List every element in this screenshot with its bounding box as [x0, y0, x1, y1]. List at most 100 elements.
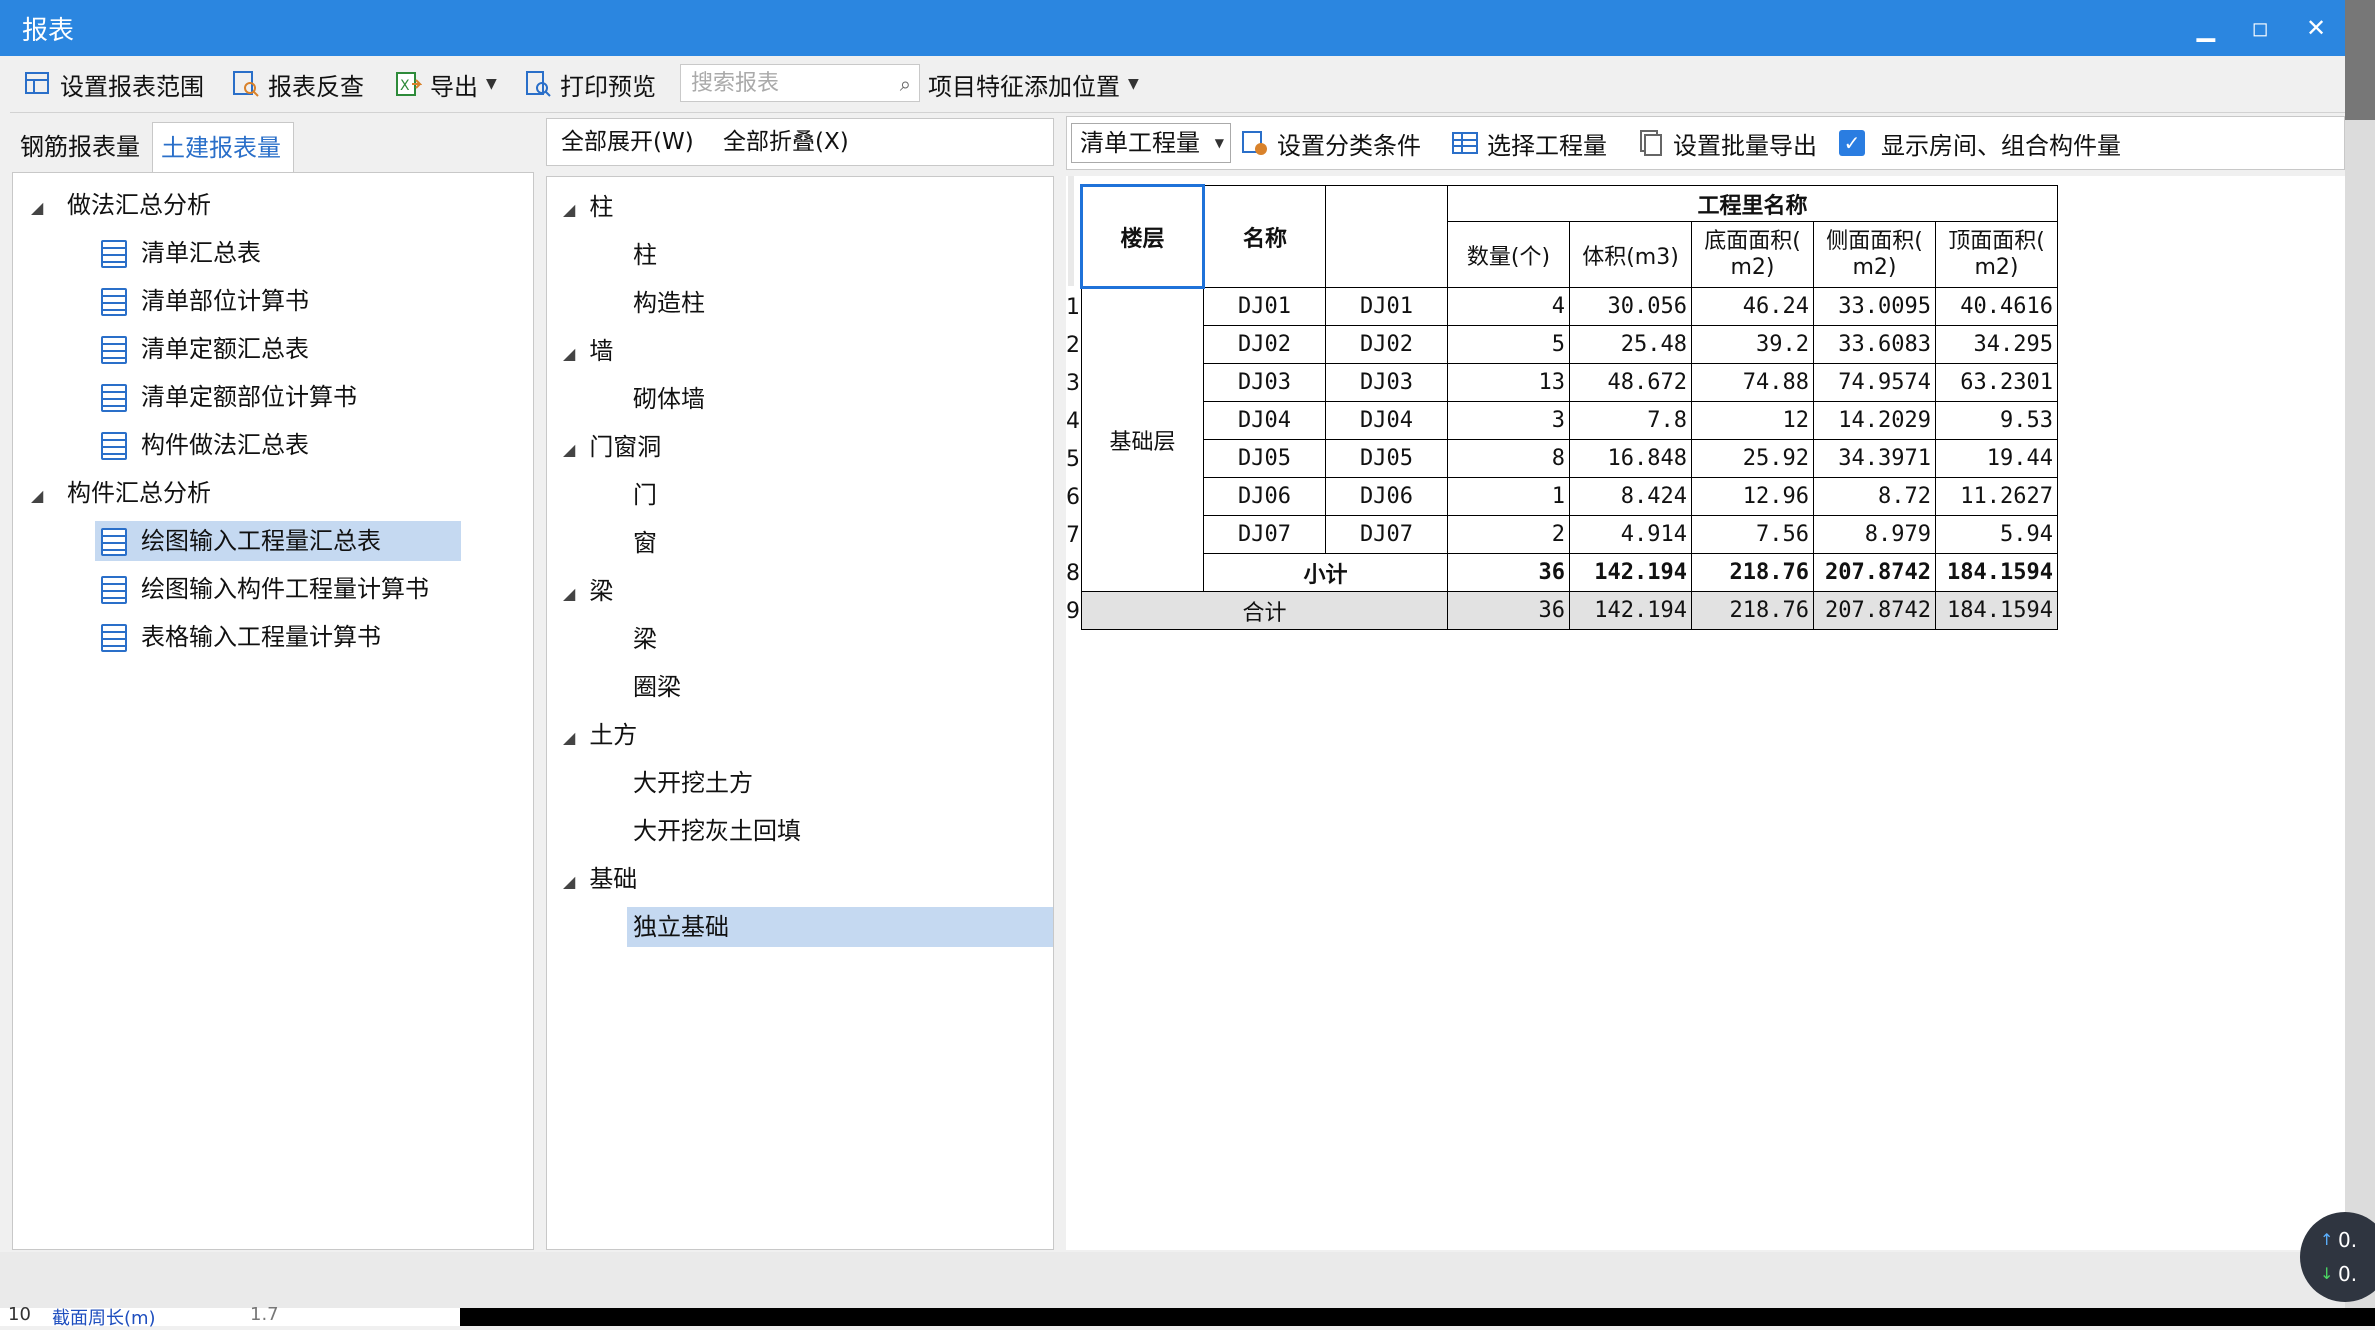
- cell-count: 3: [1447, 401, 1570, 440]
- subtotal-row: 小计 36 142.194 218.76 207.8742 184.1594: [1082, 553, 2058, 592]
- row-number: 9: [1066, 599, 1080, 624]
- select-quantity-label: 选择工程量: [1487, 131, 1607, 160]
- expand-triangle-icon: ◢: [563, 200, 576, 219]
- cell-side: 8.979: [1813, 515, 1936, 554]
- search-icon[interactable]: ⌕: [900, 65, 911, 103]
- tree-item-column[interactable]: 柱: [633, 235, 657, 275]
- tree-group-label: 基础: [589, 865, 638, 893]
- tree-group-foundation[interactable]: ◢ 基础: [563, 859, 637, 899]
- maximize-icon[interactable]: ◻: [2240, 8, 2280, 48]
- table-row: DJ03 DJ03 13 48.672 74.88 74.9574 63.230…: [1082, 363, 2058, 402]
- tree-group-component[interactable]: ◢ 构件汇总分析: [31, 473, 211, 513]
- tree-item-component-method[interactable]: 构件做法汇总表: [101, 425, 309, 465]
- tree-item-bill-quota-summary[interactable]: 清单定额汇总表: [101, 329, 309, 369]
- add-position-dropdown[interactable]: 项目特征添加位置 ▼: [928, 66, 1139, 102]
- cell-bottom: 12: [1691, 401, 1814, 440]
- tree-item-label: 构件做法汇总表: [141, 431, 309, 459]
- tab-civil-report[interactable]: 土建报表量: [152, 122, 294, 172]
- cell-count: 4: [1447, 287, 1570, 326]
- cell-volume: 4.914: [1569, 515, 1692, 554]
- tree-group-label: 土方: [589, 721, 638, 749]
- select-quantity-button[interactable]: 选择工程量: [1451, 125, 1607, 161]
- report-doc-icon: [101, 528, 127, 556]
- tree-item-bill-location[interactable]: 清单部位计算书: [101, 281, 309, 321]
- tree-group-wall[interactable]: ◢ 墙: [563, 331, 613, 371]
- tree-group-beam[interactable]: ◢ 梁: [563, 571, 613, 611]
- search-report-input[interactable]: 搜索报表 ⌕: [680, 64, 920, 102]
- row-number: 5: [1066, 447, 1080, 472]
- tab-rebar-label: 钢筋报表量: [20, 133, 140, 161]
- checkbox-checked-icon: ✓: [1839, 130, 1865, 156]
- tree-item-masonry-wall[interactable]: 砌体墙: [633, 379, 705, 419]
- tab-rebar-report[interactable]: 钢筋报表量: [12, 122, 148, 172]
- tree-item-isolated-footing[interactable]: 独立基础: [627, 907, 1053, 947]
- tree-item-door[interactable]: 门: [633, 475, 657, 515]
- tree-item-bill-summary[interactable]: 清单汇总表: [101, 233, 261, 273]
- expand-all-button[interactable]: 全部展开(W): [561, 125, 694, 159]
- cell-name2: DJ07: [1325, 515, 1448, 554]
- cell-side: 74.9574: [1813, 363, 1936, 402]
- tree-item-excavation[interactable]: 大开挖土方: [633, 763, 753, 803]
- close-icon[interactable]: ✕: [2296, 8, 2336, 48]
- tree-group-method[interactable]: ◢ 做法汇总分析: [31, 185, 211, 225]
- tree-item-drawing-component[interactable]: 绘图输入构件工程量计算书: [101, 569, 429, 609]
- expand-triangle-icon: ◢: [563, 872, 576, 891]
- tree-item-bill-quota-location[interactable]: 清单定额部位计算书: [101, 377, 357, 417]
- cell-volume: 7.8: [1569, 401, 1692, 440]
- tree-group-column[interactable]: ◢ 柱: [563, 187, 613, 227]
- cell-top: 184.1594: [1935, 591, 2058, 630]
- download-speed: 0.: [2338, 1262, 2358, 1286]
- component-tree-panel: ◢ 柱 柱 构造柱 ◢ 墙 砌体墙 ◢ 门窗洞 门 窗 ◢ 梁 梁 圈梁 ◢ 土方 大开挖…: [546, 176, 1054, 1250]
- select-value: 清单工程量: [1080, 129, 1200, 157]
- tree-item-backfill[interactable]: 大开挖灰土回填: [633, 811, 801, 851]
- tree-item-beam[interactable]: 梁: [633, 619, 657, 659]
- cell-name: DJ04: [1203, 401, 1326, 440]
- row-number: 7: [1066, 523, 1080, 548]
- cell-name: DJ03: [1203, 363, 1326, 402]
- cell-side: 207.8742: [1813, 553, 1936, 592]
- show-rooms-label: 显示房间、组合构件量: [1881, 131, 2121, 160]
- collapse-all-button[interactable]: 全部折叠(X): [723, 125, 849, 159]
- cell-top: 63.2301: [1935, 363, 2058, 402]
- tree-group-earthwork[interactable]: ◢ 土方: [563, 715, 637, 755]
- tree-item-window[interactable]: 窗: [633, 523, 657, 563]
- tree-group-label: 门窗洞: [589, 433, 662, 461]
- cell-volume: 25.48: [1569, 325, 1692, 364]
- download-arrow-icon: ↓: [2320, 1264, 2334, 1283]
- set-range-button[interactable]: 设置报表范围: [24, 66, 204, 102]
- grid-select-icon: [1451, 129, 1479, 157]
- header-volume: 体积(m3): [1569, 221, 1692, 288]
- tree-item-table-input[interactable]: 表格输入工程量计算书: [101, 617, 381, 657]
- show-rooms-checkbox[interactable]: ✓ 显示房间、组合构件量: [1839, 125, 2121, 161]
- row-number: 1: [1066, 295, 1080, 320]
- status-bar: [0, 1252, 2345, 1308]
- cell-name2: DJ02: [1325, 325, 1448, 364]
- header-floor[interactable]: 楼层: [1080, 184, 1205, 289]
- expand-triangle-icon: ◢: [31, 486, 44, 505]
- cell-side: 14.2029: [1813, 401, 1936, 440]
- table-settings-icon: [24, 70, 52, 98]
- reverse-check-button[interactable]: 报表反查: [232, 66, 364, 102]
- cell-top: 34.295: [1935, 325, 2058, 364]
- set-category-button[interactable]: 设置分类条件: [1241, 125, 1421, 161]
- tree-item-drawing-summary[interactable]: 绘图输入工程量汇总表: [95, 521, 461, 561]
- minimize-icon[interactable]: ▁: [2186, 8, 2226, 48]
- header-name: 名称: [1203, 185, 1326, 288]
- tree-group-openings[interactable]: ◢ 门窗洞: [563, 427, 661, 467]
- main-toolbar: 设置报表范围 报表反查 X 导出 ▼ 打印预览 搜索报表 ⌕ 项目特征添加位置 …: [10, 56, 2345, 113]
- export-dropdown[interactable]: X 导出 ▼: [394, 66, 497, 102]
- quantity-report-table: 楼层 名称 工程里名称 数量(个) 体积(m3) 底面面积(m2) 侧面面积(m…: [1080, 184, 2058, 630]
- row-header-strip: [1068, 176, 1074, 286]
- cell-count: 13: [1447, 363, 1570, 402]
- quantity-type-select[interactable]: 清单工程量 ▼: [1071, 123, 1231, 163]
- batch-export-button[interactable]: 设置批量导出: [1637, 125, 1817, 161]
- cell-count: 5: [1447, 325, 1570, 364]
- row-number: 2: [1066, 333, 1080, 358]
- cell-name: DJ07: [1203, 515, 1326, 554]
- report-doc-icon: [101, 432, 127, 460]
- header-top-area-line1: 顶面面积(: [1948, 228, 2045, 254]
- cell-count: 2: [1447, 515, 1570, 554]
- print-preview-button[interactable]: 打印预览: [524, 66, 656, 102]
- tree-item-ring-beam[interactable]: 圈梁: [633, 667, 681, 707]
- tree-item-constructional-column[interactable]: 构造柱: [633, 283, 705, 323]
